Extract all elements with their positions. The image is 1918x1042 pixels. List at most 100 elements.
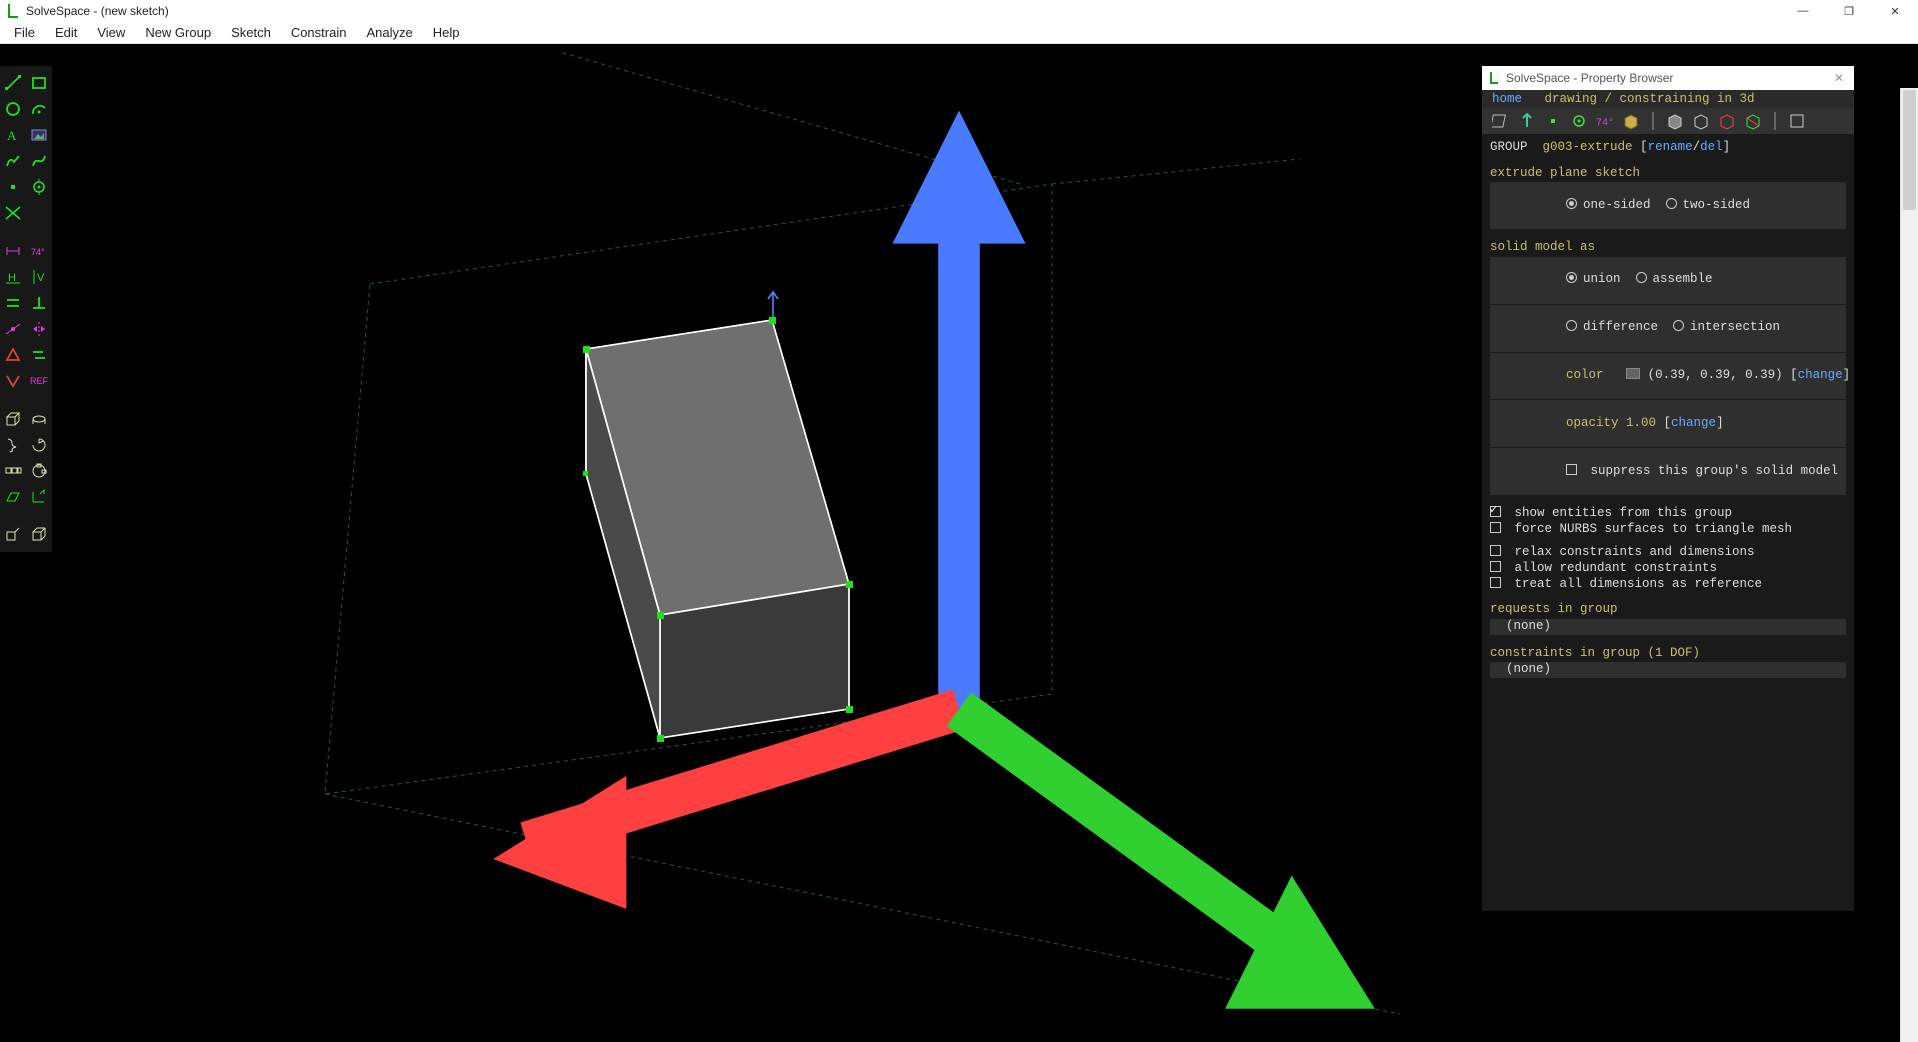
- faces-icon[interactable]: [1622, 112, 1640, 130]
- maximize-button[interactable]: ❐: [1826, 0, 1872, 22]
- point-tool[interactable]: [0, 174, 26, 200]
- edges-icon[interactable]: [1692, 112, 1710, 130]
- vertical-constraint[interactable]: V: [26, 264, 52, 290]
- extrude-sketch-label: extrude plane sketch: [1490, 166, 1846, 182]
- property-browser-title: SolveSpace - Property Browser: [1506, 71, 1673, 85]
- workplane-icon[interactable]: [1492, 112, 1510, 130]
- constraints-label: constraints in group (1 DOF): [1490, 646, 1846, 662]
- home-link[interactable]: home: [1492, 92, 1522, 106]
- horizontal-constraint[interactable]: H: [0, 264, 26, 290]
- lathe-tool[interactable]: [26, 406, 52, 432]
- rectangle-tool[interactable]: [26, 70, 52, 96]
- close-icon[interactable]: ✕: [1824, 71, 1854, 85]
- point-on-constraint[interactable]: [0, 316, 26, 342]
- app-logo-icon: [1488, 72, 1500, 84]
- angle-constraint[interactable]: 74°: [26, 238, 52, 264]
- del-link[interactable]: del: [1700, 140, 1723, 154]
- mesh-icon[interactable]: [1744, 112, 1762, 130]
- group-name: g003-extrude: [1543, 140, 1633, 154]
- nearest-ortho-tool[interactable]: [0, 522, 26, 548]
- workspace: A 74° H V REF SolveSpace - Property Browser …: [0, 44, 1918, 1042]
- split-curve-tool[interactable]: [0, 200, 26, 226]
- nearest-iso-tool[interactable]: [26, 522, 52, 548]
- minimize-button[interactable]: —: [1780, 0, 1826, 22]
- show-entities-check[interactable]: [1490, 506, 1501, 517]
- menu-view[interactable]: View: [87, 23, 135, 42]
- step-translate-tool[interactable]: [0, 458, 26, 484]
- redundant-check[interactable]: [1490, 561, 1501, 572]
- parallel-constraint[interactable]: [0, 290, 26, 316]
- treat-ref-check[interactable]: [1490, 577, 1501, 588]
- constraints-none: (none): [1490, 662, 1846, 678]
- menu-edit[interactable]: Edit: [45, 23, 87, 42]
- relax-check[interactable]: [1490, 545, 1501, 556]
- difference-radio[interactable]: [1566, 320, 1577, 331]
- scrollbar-thumb[interactable]: [1903, 90, 1916, 210]
- hidden-lines-icon[interactable]: [1788, 112, 1806, 130]
- sketch-in-3d-tool[interactable]: [0, 484, 26, 510]
- requests-label: requests in group: [1490, 602, 1846, 618]
- breadcrumb: home drawing / constraining in 3d: [1482, 90, 1854, 108]
- color-label: color: [1566, 368, 1604, 382]
- constraints-icon[interactable]: 74°: [1596, 112, 1614, 130]
- assemble-radio[interactable]: [1636, 272, 1647, 283]
- construction-icon[interactable]: [1570, 112, 1588, 130]
- property-browser[interactable]: SolveSpace - Property Browser ✕ home dra…: [1482, 66, 1854, 911]
- bezier-tool[interactable]: [26, 148, 52, 174]
- arc-tool[interactable]: [26, 96, 52, 122]
- shaded-icon[interactable]: [1666, 112, 1684, 130]
- menu-sketch[interactable]: Sketch: [221, 23, 281, 42]
- two-sided-radio[interactable]: [1666, 198, 1677, 209]
- menu-file[interactable]: File: [4, 23, 45, 42]
- one-sided-radio[interactable]: [1566, 198, 1577, 209]
- menu-new-group[interactable]: New Group: [135, 23, 221, 42]
- reference-tool[interactable]: REF: [26, 368, 52, 394]
- perpendicular-constraint[interactable]: [26, 290, 52, 316]
- property-browser-titlebar[interactable]: SolveSpace - Property Browser ✕: [1482, 66, 1854, 90]
- extrude-tool[interactable]: [0, 406, 26, 432]
- union-radio[interactable]: [1566, 272, 1577, 283]
- symmetric-constraint[interactable]: [26, 316, 52, 342]
- svg-text:74°: 74°: [31, 247, 45, 257]
- svg-text:H: H: [8, 272, 16, 284]
- color-swatch[interactable]: [1626, 368, 1640, 379]
- menu-analyze[interactable]: Analyze: [356, 23, 422, 42]
- intersection-radio[interactable]: [1673, 320, 1684, 331]
- same-orientation-constraint[interactable]: [26, 342, 52, 368]
- distance-constraint[interactable]: [0, 238, 26, 264]
- close-button[interactable]: ✕: [1872, 0, 1918, 22]
- normals-icon[interactable]: [1518, 112, 1536, 130]
- color-change-link[interactable]: change: [1798, 368, 1843, 382]
- helix-tool[interactable]: [0, 432, 26, 458]
- toolbar: A 74° H V REF: [0, 66, 52, 552]
- window-title: SolveSpace - (new sketch): [26, 4, 169, 18]
- svg-text:A: A: [7, 128, 17, 143]
- other-constraint[interactable]: [0, 368, 26, 394]
- rename-link[interactable]: rename: [1648, 140, 1693, 154]
- force-nurbs-check[interactable]: [1490, 522, 1501, 533]
- image-tool[interactable]: [26, 122, 52, 148]
- titlebar: SolveSpace - (new sketch) — ❐ ✕: [0, 0, 1918, 22]
- color-value: (0.39, 0.39, 0.39): [1648, 368, 1783, 382]
- construction-tool[interactable]: [26, 174, 52, 200]
- scrollbar[interactable]: [1900, 88, 1918, 1042]
- revolve-tool[interactable]: [26, 432, 52, 458]
- equal-constraint[interactable]: [0, 342, 26, 368]
- opacity-change-link[interactable]: change: [1671, 416, 1716, 430]
- line-tool[interactable]: [0, 70, 26, 96]
- suppress-check[interactable]: [1566, 464, 1577, 475]
- svg-text:V: V: [37, 272, 45, 284]
- menu-help[interactable]: Help: [423, 23, 470, 42]
- step-rotate-tool[interactable]: [26, 458, 52, 484]
- requests-none: (none): [1490, 619, 1846, 635]
- svg-text:74°: 74°: [1596, 117, 1614, 129]
- outlines-icon[interactable]: [1718, 112, 1736, 130]
- group-label: GROUP: [1490, 140, 1528, 154]
- tangent-arc-tool[interactable]: [0, 148, 26, 174]
- menu-constrain[interactable]: Constrain: [281, 23, 357, 42]
- circle-tool[interactable]: [0, 96, 26, 122]
- text-tool[interactable]: A: [0, 122, 26, 148]
- points-icon[interactable]: [1544, 112, 1562, 130]
- sketch-flat-tool[interactable]: [26, 484, 52, 510]
- window-controls: — ❐ ✕: [1780, 0, 1918, 22]
